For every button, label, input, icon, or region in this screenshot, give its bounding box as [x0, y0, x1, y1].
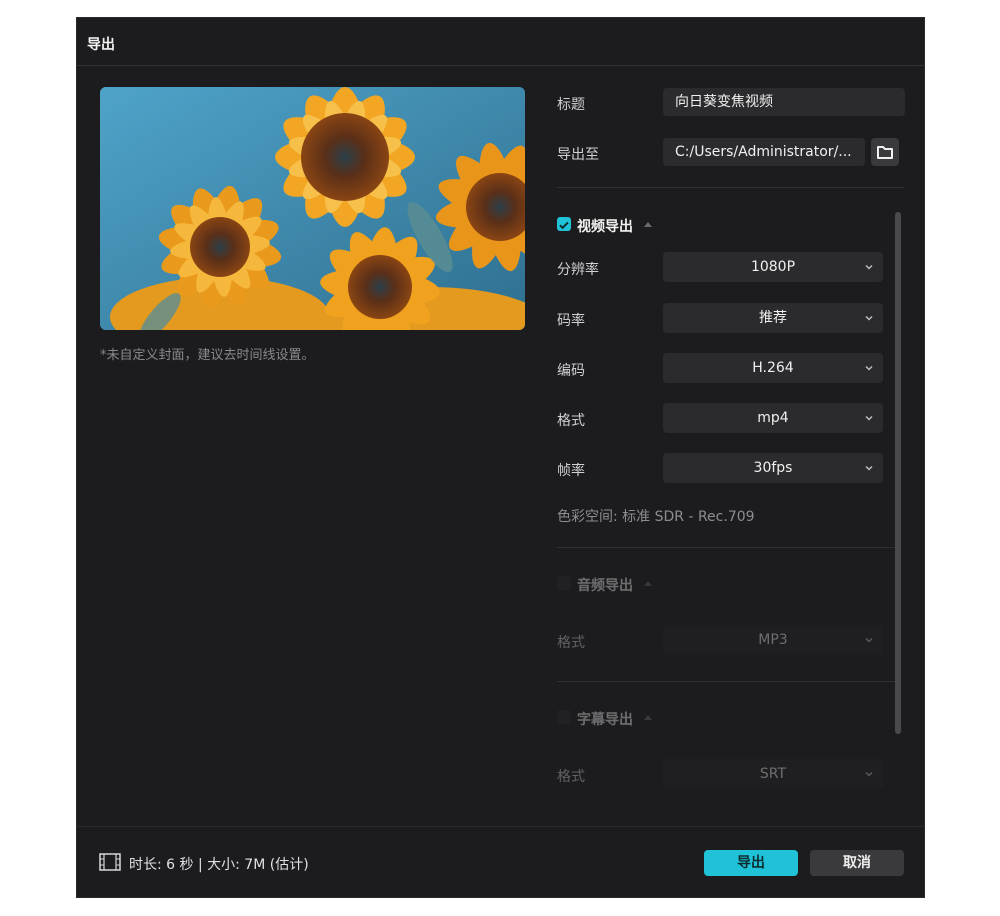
export-path-input[interactable]: C:/Users/Administrator/...: [663, 138, 865, 166]
audio-export-heading: 音频导出: [577, 578, 633, 594]
check-icon: [559, 221, 569, 230]
framerate-select[interactable]: 30fps: [663, 453, 883, 483]
chevron-down-icon: [865, 415, 873, 421]
chevron-down-icon: [865, 315, 873, 321]
video-export-heading: 视频导出: [577, 219, 633, 235]
title-label: 标题: [557, 97, 585, 113]
collapse-caret-icon[interactable]: [644, 581, 652, 586]
section-divider: [557, 547, 897, 548]
audio-export-checkbox[interactable]: [557, 576, 571, 590]
chevron-down-icon: [865, 637, 873, 643]
sunflower-illustration: [100, 87, 525, 330]
framerate-value: 30fps: [753, 460, 793, 476]
video-export-checkbox[interactable]: [557, 217, 571, 231]
export-dialog: 导出 *未自定义封面，建议去时间线设置。 标题 向日葵变焦视频 导出至 C:/U…: [76, 17, 925, 898]
subtitle-export-checkbox[interactable]: [557, 710, 571, 724]
chevron-down-icon: [865, 771, 873, 777]
export-summary: 时长: 6 秒 | 大小: 7M (估计): [129, 857, 309, 873]
codec-value: H.264: [752, 360, 794, 376]
cover-note: *未自定义封面，建议去时间线设置。: [100, 348, 315, 363]
chevron-down-icon: [865, 365, 873, 371]
audio-format-value: MP3: [758, 632, 788, 648]
resolution-value: 1080P: [750, 259, 796, 275]
film-icon: [99, 853, 121, 871]
bitrate-select[interactable]: 推荐: [663, 303, 883, 333]
resolution-select[interactable]: 1080P: [663, 252, 883, 282]
codec-select[interactable]: H.264: [663, 353, 883, 383]
subtitle-format-value: SRT: [759, 766, 787, 782]
section-divider: [557, 187, 904, 188]
collapse-caret-icon[interactable]: [644, 715, 652, 720]
subtitle-format-label: 格式: [557, 769, 585, 785]
dialog-title: 导出: [87, 37, 115, 53]
cancel-button[interactable]: 取消: [810, 850, 904, 876]
dialog-titlebar: 导出: [77, 18, 924, 66]
format-value: mp4: [757, 410, 789, 426]
settings-scrollbar[interactable]: [895, 212, 901, 734]
resolution-label: 分辨率: [557, 262, 599, 278]
colorspace-info: 色彩空间: 标准 SDR - Rec.709: [557, 509, 755, 525]
folder-icon: [877, 146, 893, 159]
export-to-label: 导出至: [557, 147, 599, 163]
chevron-down-icon: [865, 264, 873, 270]
browse-folder-button[interactable]: [871, 138, 899, 166]
footer-divider: [77, 826, 924, 827]
title-input[interactable]: 向日葵变焦视频: [663, 88, 905, 116]
codec-label: 编码: [557, 363, 585, 379]
subtitle-export-heading: 字幕导出: [577, 712, 633, 728]
export-button[interactable]: 导出: [704, 850, 798, 876]
bitrate-value: 推荐: [759, 310, 787, 326]
format-label: 格式: [557, 413, 585, 429]
collapse-caret-icon[interactable]: [644, 222, 652, 227]
audio-format-select[interactable]: MP3: [663, 625, 883, 655]
bitrate-label: 码率: [557, 313, 585, 329]
cover-preview-image: [100, 87, 525, 330]
section-divider: [557, 681, 897, 682]
chevron-down-icon: [865, 465, 873, 471]
audio-format-label: 格式: [557, 635, 585, 651]
format-select[interactable]: mp4: [663, 403, 883, 433]
framerate-label: 帧率: [557, 463, 585, 479]
subtitle-format-select[interactable]: SRT: [663, 759, 883, 789]
